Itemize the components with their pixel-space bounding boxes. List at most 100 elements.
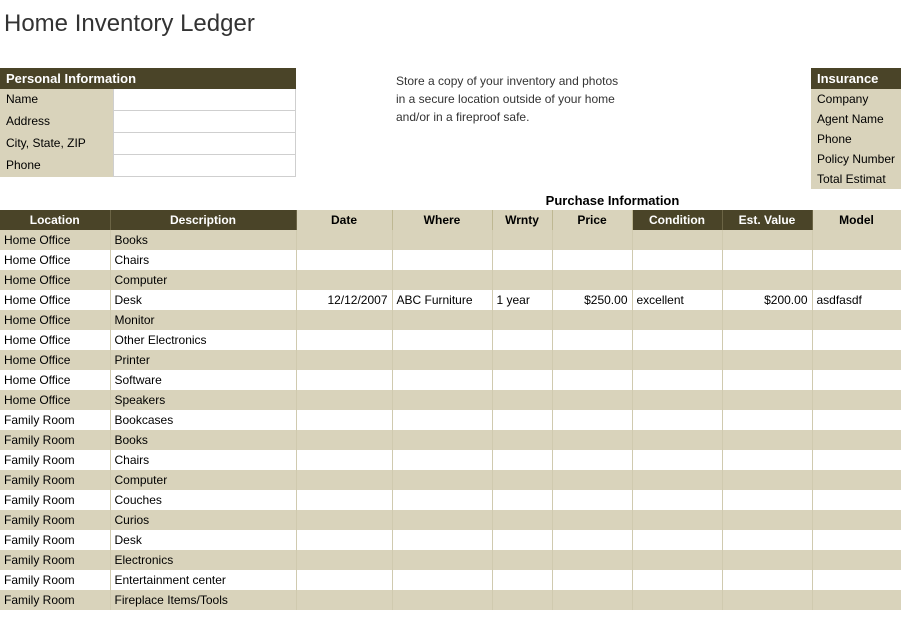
cell-date[interactable] (296, 550, 392, 570)
cell-est-value[interactable] (722, 550, 812, 570)
th-wrnty[interactable]: Wrnty (492, 210, 552, 230)
cell-condition[interactable] (632, 530, 722, 550)
cell-condition[interactable] (632, 250, 722, 270)
cell-est-value[interactable] (722, 270, 812, 290)
cell-price[interactable] (552, 590, 632, 610)
cell-price[interactable] (552, 390, 632, 410)
cell-date[interactable] (296, 570, 392, 590)
cell-date[interactable] (296, 490, 392, 510)
table-row[interactable]: Home OfficeBooks (0, 230, 901, 250)
cell-price[interactable] (552, 310, 632, 330)
cell-wrnty[interactable] (492, 410, 552, 430)
cell-price[interactable] (552, 490, 632, 510)
cell-price[interactable]: $250.00 (552, 290, 632, 310)
cell-est-value[interactable] (722, 490, 812, 510)
cell-description[interactable]: Chairs (110, 450, 296, 470)
cell-where[interactable] (392, 530, 492, 550)
th-location[interactable]: Location (0, 210, 110, 230)
cell-price[interactable] (552, 250, 632, 270)
cell-where[interactable] (392, 350, 492, 370)
cell-where[interactable] (392, 390, 492, 410)
cell-price[interactable] (552, 350, 632, 370)
table-row[interactable]: Family RoomCurios (0, 510, 901, 530)
cell-wrnty[interactable] (492, 330, 552, 350)
table-row[interactable]: Home OfficeSpeakers (0, 390, 901, 410)
cell-where[interactable] (392, 570, 492, 590)
cell-where[interactable] (392, 250, 492, 270)
cell-est-value[interactable] (722, 430, 812, 450)
cell-est-value[interactable] (722, 470, 812, 490)
cell-description[interactable]: Chairs (110, 250, 296, 270)
th-est-value[interactable]: Est. Value (722, 210, 812, 230)
input-csz[interactable] (113, 133, 296, 155)
cell-date[interactable] (296, 330, 392, 350)
cell-date[interactable] (296, 590, 392, 610)
cell-description[interactable]: Printer (110, 350, 296, 370)
cell-est-value[interactable] (722, 350, 812, 370)
table-row[interactable]: Family RoomDesk (0, 530, 901, 550)
cell-where[interactable]: ABC Furniture (392, 290, 492, 310)
cell-wrnty[interactable] (492, 310, 552, 330)
cell-location[interactable]: Home Office (0, 250, 110, 270)
table-row[interactable]: Family RoomElectronics (0, 550, 901, 570)
input-address[interactable] (113, 111, 296, 133)
table-row[interactable]: Family RoomCouches (0, 490, 901, 510)
cell-description[interactable]: Desk (110, 290, 296, 310)
cell-wrnty[interactable] (492, 230, 552, 250)
input-phone[interactable] (113, 155, 296, 177)
cell-description[interactable]: Bookcases (110, 410, 296, 430)
table-row[interactable]: Home OfficeMonitor (0, 310, 901, 330)
cell-condition[interactable] (632, 470, 722, 490)
th-date[interactable]: Date (296, 210, 392, 230)
cell-model[interactable]: asdfasdf (812, 290, 901, 310)
cell-date[interactable] (296, 370, 392, 390)
input-name[interactable] (113, 89, 296, 111)
cell-description[interactable]: Books (110, 430, 296, 450)
cell-est-value[interactable] (722, 450, 812, 470)
cell-condition[interactable] (632, 430, 722, 450)
cell-model[interactable] (812, 230, 901, 250)
cell-wrnty[interactable]: 1 year (492, 290, 552, 310)
table-row[interactable]: Home OfficeSoftware (0, 370, 901, 390)
cell-wrnty[interactable] (492, 350, 552, 370)
cell-location[interactable]: Family Room (0, 490, 110, 510)
cell-model[interactable] (812, 550, 901, 570)
th-description[interactable]: Description (110, 210, 296, 230)
cell-condition[interactable] (632, 410, 722, 430)
cell-date[interactable]: 12/12/2007 (296, 290, 392, 310)
cell-est-value[interactable] (722, 510, 812, 530)
cell-where[interactable] (392, 230, 492, 250)
cell-price[interactable] (552, 550, 632, 570)
cell-price[interactable] (552, 570, 632, 590)
cell-wrnty[interactable] (492, 510, 552, 530)
cell-wrnty[interactable] (492, 590, 552, 610)
cell-est-value[interactable]: $200.00 (722, 290, 812, 310)
cell-date[interactable] (296, 270, 392, 290)
cell-where[interactable] (392, 330, 492, 350)
cell-where[interactable] (392, 270, 492, 290)
cell-where[interactable] (392, 410, 492, 430)
cell-location[interactable]: Family Room (0, 590, 110, 610)
cell-price[interactable] (552, 230, 632, 250)
cell-model[interactable] (812, 490, 901, 510)
th-price[interactable]: Price (552, 210, 632, 230)
cell-est-value[interactable] (722, 330, 812, 350)
cell-model[interactable] (812, 250, 901, 270)
cell-price[interactable] (552, 370, 632, 390)
cell-location[interactable]: Family Room (0, 410, 110, 430)
cell-model[interactable] (812, 570, 901, 590)
cell-location[interactable]: Family Room (0, 470, 110, 490)
cell-model[interactable] (812, 410, 901, 430)
cell-wrnty[interactable] (492, 250, 552, 270)
cell-price[interactable] (552, 530, 632, 550)
cell-location[interactable]: Family Room (0, 530, 110, 550)
cell-est-value[interactable] (722, 410, 812, 430)
cell-description[interactable]: Software (110, 370, 296, 390)
cell-description[interactable]: Computer (110, 470, 296, 490)
cell-description[interactable]: Books (110, 230, 296, 250)
cell-condition[interactable] (632, 510, 722, 530)
table-row[interactable]: Family RoomFireplace Items/Tools (0, 590, 901, 610)
table-row[interactable]: Family RoomComputer (0, 470, 901, 490)
cell-wrnty[interactable] (492, 550, 552, 570)
cell-date[interactable] (296, 450, 392, 470)
